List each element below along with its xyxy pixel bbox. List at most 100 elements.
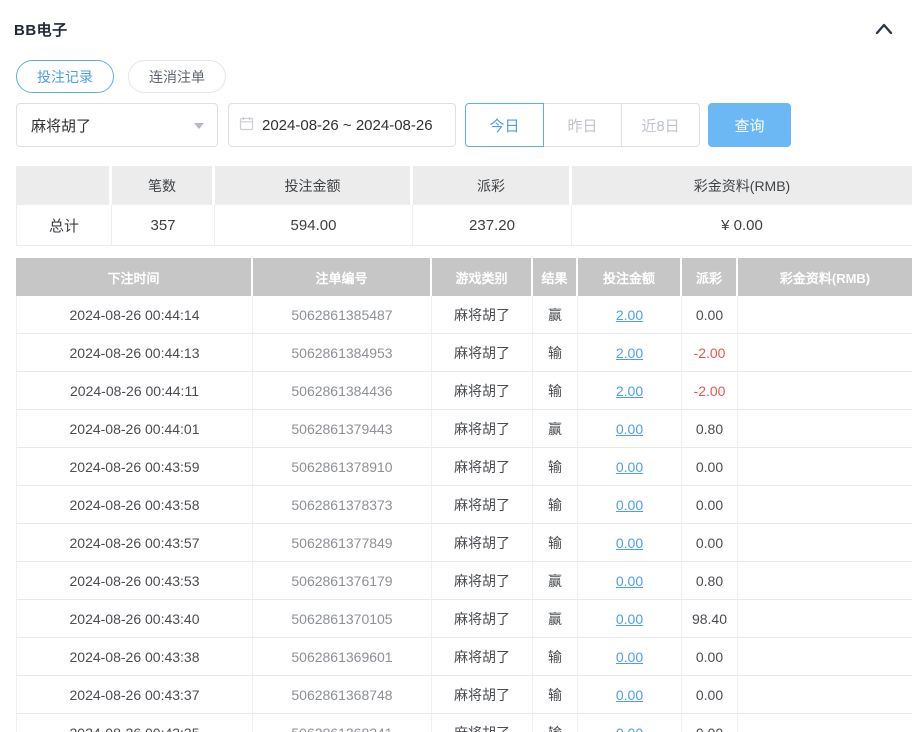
cell-bet-time: 2024-08-26 00:43:53 — [16, 562, 253, 600]
quick-date-buttons: 今日 昨日 近8日 — [465, 103, 700, 147]
col-order-id: 注单编号 — [253, 258, 432, 296]
summary-col-bet-amount: 投注金额 — [215, 166, 413, 205]
cell-jackpot — [738, 296, 912, 334]
bet-amount-link[interactable]: 0.00 — [616, 421, 643, 437]
table-row: 2024-08-26 00:43:38 5062861369601 麻将胡了 输… — [16, 638, 912, 676]
bet-amount-link[interactable]: 0.00 — [616, 649, 643, 665]
cell-result: 赢 — [533, 410, 578, 448]
cell-payout: 0.00 — [682, 296, 738, 334]
cell-jackpot — [738, 410, 912, 448]
col-payout: 派彩 — [682, 258, 738, 296]
today-button[interactable]: 今日 — [465, 103, 544, 147]
summary-total-bet-amount: 594.00 — [215, 205, 413, 246]
cell-payout: 0.00 — [682, 714, 738, 732]
cell-bet-time: 2024-08-26 00:43:59 — [16, 448, 253, 486]
cell-game-type: 麻将胡了 — [432, 714, 533, 732]
cell-game-type: 麻将胡了 — [432, 410, 533, 448]
cell-result: 输 — [533, 676, 578, 714]
last-8-days-button[interactable]: 近8日 — [621, 103, 700, 147]
bet-amount-link[interactable]: 2.00 — [616, 345, 643, 361]
cell-jackpot — [738, 600, 912, 638]
cell-jackpot — [738, 372, 912, 410]
col-bet-time: 下注时间 — [16, 258, 253, 296]
cell-game-type: 麻将胡了 — [432, 486, 533, 524]
cell-bet-amount: 0.00 — [578, 676, 682, 714]
cell-payout: 0.00 — [682, 676, 738, 714]
cell-order-id: 5062861377849 — [253, 524, 432, 562]
cell-jackpot — [738, 524, 912, 562]
cell-payout: -2.00 — [682, 334, 738, 372]
betting-records-panel: BB电子 投注记录 连消注单 麻将胡了 — [0, 0, 912, 732]
tab-betting-records[interactable]: 投注记录 — [16, 60, 114, 93]
cell-payout: 0.80 — [682, 410, 738, 448]
cell-game-type: 麻将胡了 — [432, 600, 533, 638]
cell-payout: 0.80 — [682, 562, 738, 600]
bet-amount-link[interactable]: 0.00 — [616, 573, 643, 589]
table-row: 2024-08-26 00:44:14 5062861385487 麻将胡了 赢… — [16, 296, 912, 334]
bet-amount-link[interactable]: 2.00 — [616, 307, 643, 323]
bet-amount-link[interactable]: 2.00 — [616, 383, 643, 399]
bet-amount-link[interactable]: 0.00 — [616, 497, 643, 513]
record-type-tabs: 投注记录 连消注单 — [16, 60, 912, 93]
cell-payout: 0.00 — [682, 486, 738, 524]
cell-order-id: 5062861379443 — [253, 410, 432, 448]
filters-bar: 麻将胡了 2024-08-26 ~ 2024-08-26 今日 昨日 近8日 查… — [16, 103, 912, 147]
tab-cancelled-orders[interactable]: 连消注单 — [128, 60, 226, 93]
search-button[interactable]: 查询 — [708, 103, 791, 147]
cell-result: 输 — [533, 486, 578, 524]
cell-order-id: 5062861376179 — [253, 562, 432, 600]
cell-jackpot — [738, 448, 912, 486]
cell-bet-amount: 2.00 — [578, 296, 682, 334]
cell-bet-time: 2024-08-26 00:44:01 — [16, 410, 253, 448]
cell-order-id: 5062861370105 — [253, 600, 432, 638]
bet-amount-link[interactable]: 0.00 — [616, 535, 643, 551]
cell-bet-time: 2024-08-26 00:44:11 — [16, 372, 253, 410]
date-range-value: 2024-08-26 ~ 2024-08-26 — [262, 117, 433, 134]
table-row: 2024-08-26 00:43:35 5062861368241 麻将胡了 输… — [16, 714, 912, 732]
cell-game-type: 麻将胡了 — [432, 638, 533, 676]
cell-bet-time: 2024-08-26 00:43:37 — [16, 676, 253, 714]
cell-jackpot — [738, 486, 912, 524]
date-range-input[interactable]: 2024-08-26 ~ 2024-08-26 — [228, 103, 456, 147]
col-jackpot: 彩金资料(RMB) — [738, 258, 912, 296]
game-select-value: 麻将胡了 — [31, 115, 91, 136]
cell-payout: 98.40 — [682, 600, 738, 638]
cell-bet-amount: 0.00 — [578, 410, 682, 448]
cell-bet-amount: 0.00 — [578, 486, 682, 524]
table-row: 2024-08-26 00:44:01 5062861379443 麻将胡了 赢… — [16, 410, 912, 448]
cell-jackpot — [738, 676, 912, 714]
cell-payout: 0.00 — [682, 448, 738, 486]
game-select[interactable]: 麻将胡了 — [16, 103, 218, 147]
cell-game-type: 麻将胡了 — [432, 296, 533, 334]
cell-bet-time: 2024-08-26 00:43:58 — [16, 486, 253, 524]
calendar-icon — [239, 116, 254, 135]
cell-bet-time: 2024-08-26 00:44:13 — [16, 334, 253, 372]
cell-order-id: 5062861384953 — [253, 334, 432, 372]
bet-amount-link[interactable]: 0.00 — [616, 687, 643, 703]
summary-col-count: 笔数 — [112, 166, 215, 205]
cell-order-id: 5062861378910 — [253, 448, 432, 486]
cell-order-id: 5062861378373 — [253, 486, 432, 524]
table-row: 2024-08-26 00:43:58 5062861378373 麻将胡了 输… — [16, 486, 912, 524]
collapse-panel-button[interactable] — [872, 17, 896, 41]
table-row: 2024-08-26 00:43:40 5062861370105 麻将胡了 赢… — [16, 600, 912, 638]
summary-total-label: 总计 — [16, 205, 112, 246]
table-row: 2024-08-26 00:43:53 5062861376179 麻将胡了 赢… — [16, 562, 912, 600]
cell-result: 输 — [533, 524, 578, 562]
cell-bet-amount: 2.00 — [578, 334, 682, 372]
cell-result: 赢 — [533, 600, 578, 638]
summary-total-row: 总计 357 594.00 237.20 ¥ 0.00 — [16, 205, 912, 246]
cell-result: 输 — [533, 714, 578, 732]
bet-amount-link[interactable]: 0.00 — [616, 611, 643, 627]
bet-amount-link[interactable]: 0.00 — [616, 459, 643, 475]
cell-result: 赢 — [533, 562, 578, 600]
cell-order-id: 5062861368241 — [253, 714, 432, 732]
bet-amount-link[interactable]: 0.00 — [616, 725, 643, 732]
summary-total-count: 357 — [112, 205, 215, 246]
cell-order-id: 5062861384436 — [253, 372, 432, 410]
cell-result: 输 — [533, 334, 578, 372]
summary-col-jackpot: 彩金资料(RMB) — [572, 166, 912, 205]
yesterday-button[interactable]: 昨日 — [543, 103, 622, 147]
page-title: BB电子 — [14, 19, 68, 40]
summary-total-jackpot: ¥ 0.00 — [572, 205, 912, 246]
